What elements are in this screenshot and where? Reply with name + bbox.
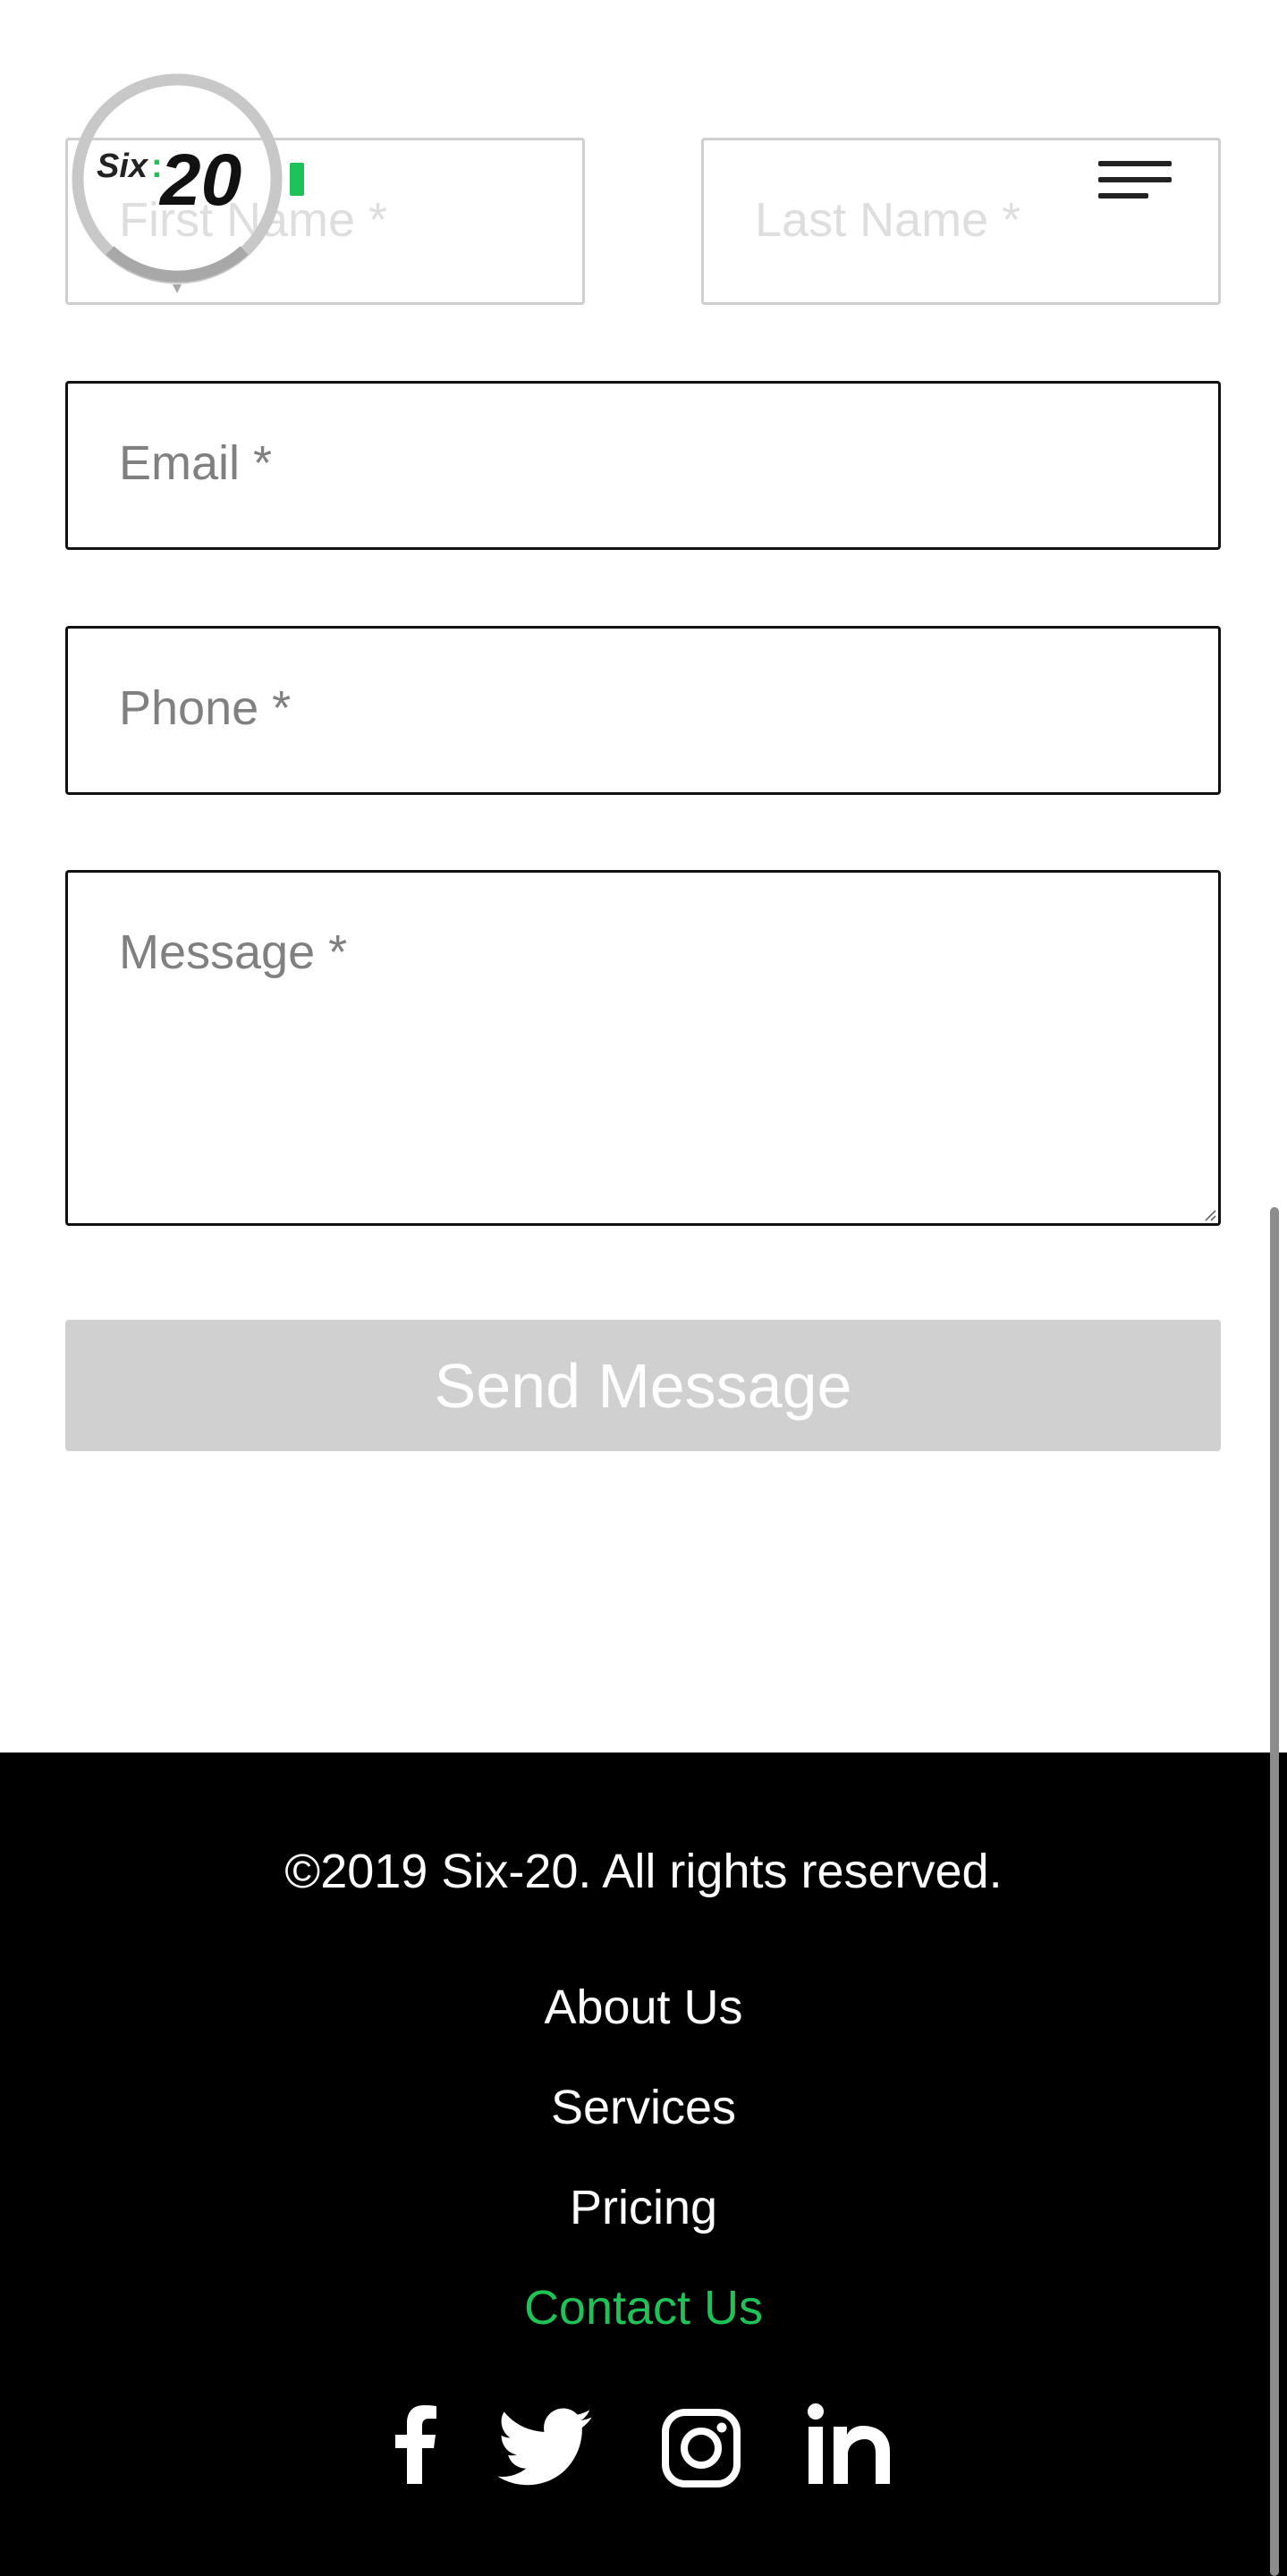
logo-graphic: Six : 20 xyxy=(72,73,304,293)
twitter-icon[interactable] xyxy=(496,2408,593,2487)
email-field[interactable]: Email * xyxy=(65,381,1221,550)
svg-text:Six: Six xyxy=(97,148,149,185)
six20-logo[interactable]: Six : 20 xyxy=(67,73,318,297)
email-placeholder: Email * xyxy=(119,436,273,490)
svg-text:20: 20 xyxy=(158,139,241,221)
footer: ©2019 Six-20. All rights reserved. About… xyxy=(0,1753,1287,2576)
scrollbar-thumb[interactable] xyxy=(1270,1207,1279,2576)
contact-page: First Name * Last Name * Email * Phone *… xyxy=(0,0,1287,2576)
message-placeholder: Message * xyxy=(119,925,348,979)
facebook-icon[interactable] xyxy=(395,2405,436,2484)
footer-link-services[interactable]: Services xyxy=(0,2083,1287,2132)
footer-link-about-us[interactable]: About Us xyxy=(0,1983,1287,2031)
copyright-text: ©2019 Six-20. All rights reserved. xyxy=(284,1845,1003,1898)
linkedin-icon[interactable] xyxy=(808,2403,890,2486)
footer-link-contact-us[interactable]: Contact Us xyxy=(0,2284,1287,2332)
send-message-button[interactable]: Send Message xyxy=(65,1320,1221,1451)
last-name-placeholder: Last Name * xyxy=(755,193,1021,247)
phone-field[interactable]: Phone * xyxy=(65,626,1221,795)
resize-grip-icon[interactable] xyxy=(1204,1209,1216,1221)
phone-placeholder: Phone * xyxy=(119,681,292,735)
footer-link-pricing[interactable]: Pricing xyxy=(0,2183,1287,2232)
message-field[interactable]: Message * xyxy=(65,870,1221,1226)
instagram-icon[interactable] xyxy=(662,2409,741,2487)
hamburger-menu-icon[interactable] xyxy=(1093,157,1173,211)
